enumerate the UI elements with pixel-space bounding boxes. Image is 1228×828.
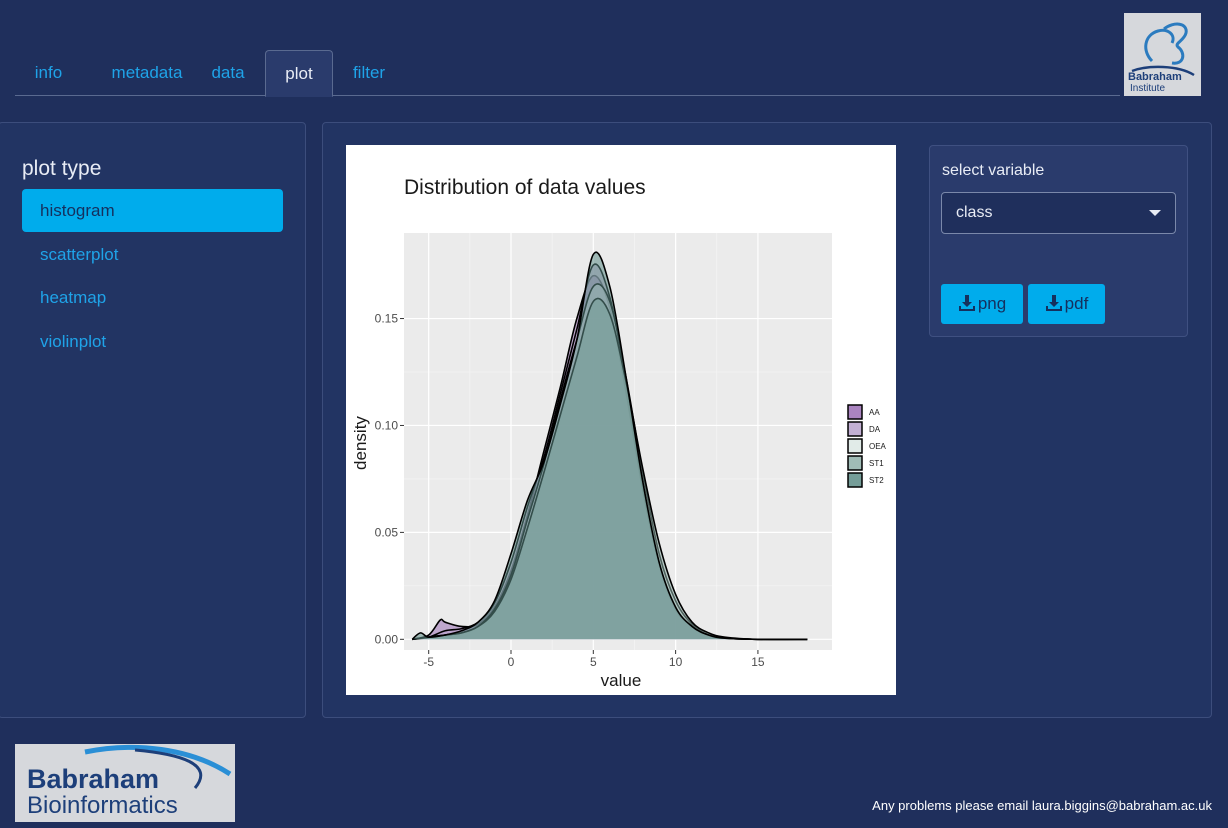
legend-key-aa (847, 404, 863, 420)
y-tick-label: 0.15 (375, 312, 399, 326)
tab-plot[interactable]: plot (265, 50, 333, 97)
tab-data[interactable]: data (205, 50, 251, 96)
caret-down-icon (1149, 210, 1161, 216)
x-tick-label: 10 (669, 655, 683, 669)
x-tick-label: 5 (590, 655, 597, 669)
bioinformatics-logo-line2: Bioinformatics (27, 792, 178, 819)
legend-key-da (847, 421, 863, 437)
institute-logo-graphic: Babraham Institute (1128, 22, 1195, 94)
variable-select[interactable]: class (941, 192, 1176, 234)
chart-title: Distribution of data values (404, 176, 646, 199)
tab-metadata[interactable]: metadata (95, 50, 199, 96)
download-icon (1045, 295, 1062, 311)
download-png-button[interactable]: png (941, 284, 1023, 324)
controls-panel: select variable class png pdf (929, 145, 1188, 337)
png-label: png (977, 294, 1007, 313)
density-chart: Distribution of data values -5 0 5 10 15 0.00… (351, 176, 887, 690)
nav-heatmap[interactable]: heatmap (22, 276, 283, 319)
x-tick-label: 15 (751, 655, 765, 669)
legend-key-st1 (847, 455, 863, 471)
nav-histogram[interactable]: histogram (22, 189, 283, 232)
download-pdf-button[interactable]: pdf (1028, 284, 1105, 324)
x-tick-label: -5 (423, 655, 434, 669)
tab-filter[interactable]: filter (347, 50, 391, 96)
x-tick-label: 0 (508, 655, 515, 669)
legend-key-oea (847, 438, 863, 454)
nav-scatterplot[interactable]: scatterplot (22, 233, 283, 276)
tab-bar: info metadata data plot filter (15, 50, 1120, 97)
legend-label-oea: OEA (869, 442, 887, 451)
pdf-label: pdf (1064, 294, 1089, 313)
select-variable-label: select variable (942, 162, 1045, 179)
legend-key-st2 (847, 472, 863, 488)
legend-label-da: DA (869, 425, 881, 434)
plot-area: Distribution of data values -5 0 5 10 15 0.00… (346, 145, 896, 695)
y-tick-label: 0.10 (375, 418, 399, 432)
y-tick-label: 0.05 (375, 525, 399, 539)
legend-label-aa: AA (869, 408, 880, 417)
babraham-institute-logo: Babraham Institute (1124, 13, 1201, 96)
babraham-bioinformatics-logo: Babraham Bioinformatics (15, 744, 235, 822)
plot-type-panel: plot type histogram scatterplot heatmap … (0, 122, 306, 718)
nav-violinplot[interactable]: violinplot (22, 320, 283, 363)
variable-select-value: class (956, 204, 993, 221)
legend-label-st1: ST1 (869, 459, 884, 468)
y-axis-label: density (351, 416, 370, 470)
bioinformatics-logo-line1: Babraham (27, 764, 159, 794)
y-tick-label: 0.00 (375, 632, 399, 646)
x-axis-label: value (601, 671, 642, 690)
bioinformatics-logo-graphic: Babraham Bioinformatics (27, 744, 232, 819)
tab-info[interactable]: info (15, 50, 82, 96)
institute-logo-line2: Institute (1130, 83, 1165, 94)
plot-type-heading: plot type (22, 157, 102, 180)
legend-label-st2: ST2 (869, 476, 884, 485)
institute-logo-line1: Babraham (1128, 71, 1182, 83)
contact-footer: Any problems please email laura.biggins@… (872, 798, 1212, 813)
download-icon (958, 295, 975, 311)
